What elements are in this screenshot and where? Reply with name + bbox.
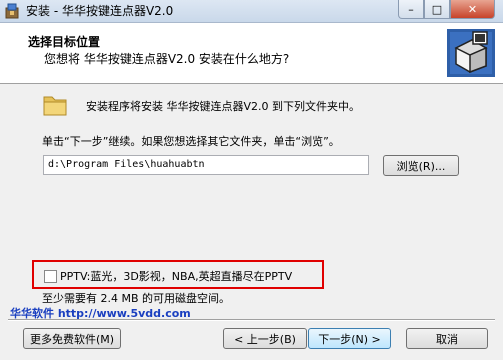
promo-label[interactable]: PPTV:蓝光，3D影视，NBA,英超直播尽在PPTV <box>60 268 292 284</box>
window-title: 安装 - 华华按键连点器V2.0 <box>26 4 174 18</box>
intro-text: 安装程序将安装 华华按键连点器V2.0 到下列文件夹中。 <box>86 100 361 113</box>
promo-checkbox[interactable] <box>44 270 57 283</box>
back-button[interactable]: < 上一步(B) <box>223 328 307 349</box>
title-bar: 安装 - 华华按键连点器V2.0 – □ ✕ <box>0 0 503 23</box>
close-button[interactable]: ✕ <box>450 0 495 19</box>
wizard-header: 选择目标位置 您想将 华华按键连点器V2.0 安装在什么地方? <box>0 23 503 84</box>
installer-box-icon <box>446 28 496 78</box>
page-subtitle: 您想将 华华按键连点器V2.0 安装在什么地方? <box>44 52 290 66</box>
footer-divider <box>8 319 495 321</box>
instruction-text: 单击“下一步”继续。如果您想选择其它文件夹，单击“浏览”。 <box>42 135 340 148</box>
page-title: 选择目标位置 <box>28 35 101 49</box>
folder-icon <box>42 92 68 118</box>
disk-space-note: 至少需要有 2.4 MB 的可用磁盘空间。 <box>42 292 231 305</box>
next-button[interactable]: 下一步(N) > <box>308 328 391 349</box>
maximize-button[interactable]: □ <box>424 0 450 19</box>
browse-button[interactable]: 浏览(R)... <box>383 155 459 176</box>
installer-icon <box>4 3 20 19</box>
cancel-button[interactable]: 取消 <box>406 328 488 349</box>
minimize-button[interactable]: – <box>398 0 424 19</box>
install-path-input[interactable]: d:\Program Files\huahuabtn <box>43 155 369 175</box>
more-software-button[interactable]: 更多免费软件(M) <box>23 328 121 349</box>
